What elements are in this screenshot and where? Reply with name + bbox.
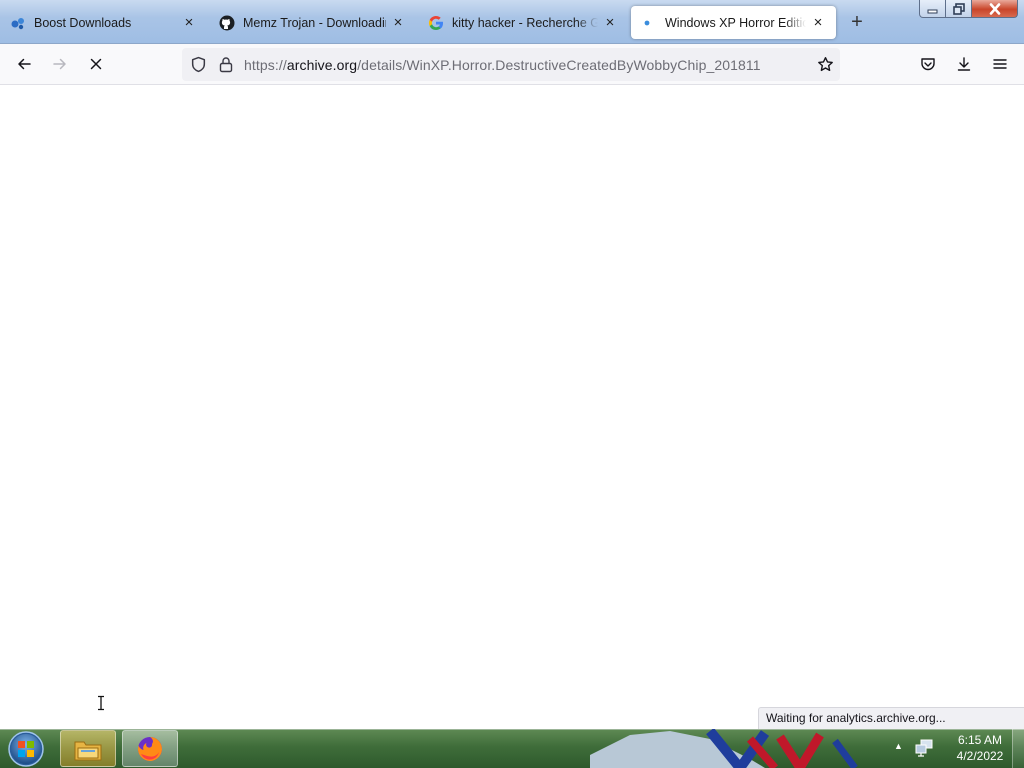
wallpaper-fragment: [590, 729, 858, 768]
pocket-icon: [921, 58, 935, 71]
tab-title: Memz Trojan - Downloading: [243, 15, 386, 30]
system-clock[interactable]: 6:15 AM 4/2/2022: [945, 732, 1015, 764]
new-tab-button[interactable]: +: [845, 10, 869, 34]
tab-title: Windows XP Horror Edition (: [665, 15, 806, 30]
system-tray: ▲ 6:15 AM 4/2/2022: [885, 729, 1024, 768]
close-tab-icon[interactable]: ×: [181, 14, 197, 31]
url-host: archive.org: [286, 57, 358, 73]
boost-icon: [10, 15, 26, 31]
taskbar-file-explorer[interactable]: [60, 730, 116, 767]
close-tab-icon[interactable]: ×: [390, 14, 406, 31]
restore-icon: [952, 2, 965, 15]
show-desktop-button[interactable]: [1012, 729, 1024, 768]
firefox-icon: [137, 736, 162, 761]
tracking-protection-shield-icon[interactable]: [190, 56, 207, 73]
start-button[interactable]: [6, 730, 46, 768]
url-path: /details/WinXP.Horror.DestructiveCreated…: [357, 57, 761, 73]
downloads-button[interactable]: [952, 52, 976, 76]
tab-boost-downloads[interactable]: Boost Downloads ×: [0, 6, 207, 39]
close-tab-icon[interactable]: ×: [602, 14, 618, 31]
folder-icon: [74, 741, 102, 760]
text-cursor-icon: [98, 695, 104, 711]
tab-title: kitty hacker - Recherche Google: [452, 15, 598, 30]
loading-dot-icon: [641, 15, 657, 31]
page-content[interactable]: [0, 85, 1024, 729]
tab-strip: Boost Downloads × Memz Trojan - Download…: [0, 0, 1024, 44]
network-icon[interactable]: [914, 739, 934, 757]
forward-button[interactable]: [48, 52, 72, 76]
taskbar: ▲ 6:15 AM 4/2/2022: [0, 729, 1024, 768]
taskbar-firefox[interactable]: [122, 730, 178, 767]
pocket-button[interactable]: [916, 52, 940, 76]
address-bar[interactable]: https://archive.org/details/WinXP.Horror…: [182, 48, 840, 81]
url-scheme: https://: [244, 57, 287, 73]
status-panel: Waiting for analytics.archive.org...: [758, 707, 1024, 729]
tab-title: Boost Downloads: [34, 15, 132, 30]
close-tab-icon[interactable]: ×: [810, 14, 826, 31]
back-arrow-icon: [18, 58, 31, 70]
clock-time: 6:15 AM: [957, 733, 1003, 747]
window-controls: [919, 0, 1018, 18]
url-text[interactable]: https://archive.org/details/WinXP.Horror…: [244, 57, 761, 73]
github-icon: [219, 15, 235, 31]
lock-icon[interactable]: [218, 56, 234, 73]
hamburger-menu-icon: [993, 59, 1007, 69]
navigation-toolbar: https://archive.org/details/WinXP.Horror…: [0, 44, 1024, 85]
minimize-button[interactable]: [919, 0, 946, 18]
tab-kitty-hacker[interactable]: kitty hacker - Recherche Google ×: [418, 6, 628, 39]
bookmark-star-icon[interactable]: [817, 56, 834, 73]
download-arrow-icon: [957, 57, 971, 71]
app-menu-button[interactable]: [988, 52, 1012, 76]
stop-loading-button[interactable]: [84, 52, 108, 76]
restore-button[interactable]: [946, 0, 972, 18]
google-icon: [428, 15, 444, 31]
forward-arrow-icon: [53, 58, 66, 70]
stop-icon: [90, 58, 102, 70]
minimize-icon: [927, 9, 937, 13]
back-button[interactable]: [12, 52, 36, 76]
close-window-button[interactable]: [972, 0, 1018, 18]
tab-windows-xp-horror[interactable]: Windows XP Horror Edition ( ×: [631, 6, 836, 39]
close-icon: [989, 2, 1000, 15]
tab-memz-trojan[interactable]: Memz Trojan - Downloading ×: [209, 6, 416, 39]
show-hidden-icons-arrow-icon[interactable]: ▲: [894, 741, 903, 751]
clock-date: 4/2/2022: [956, 749, 1004, 763]
